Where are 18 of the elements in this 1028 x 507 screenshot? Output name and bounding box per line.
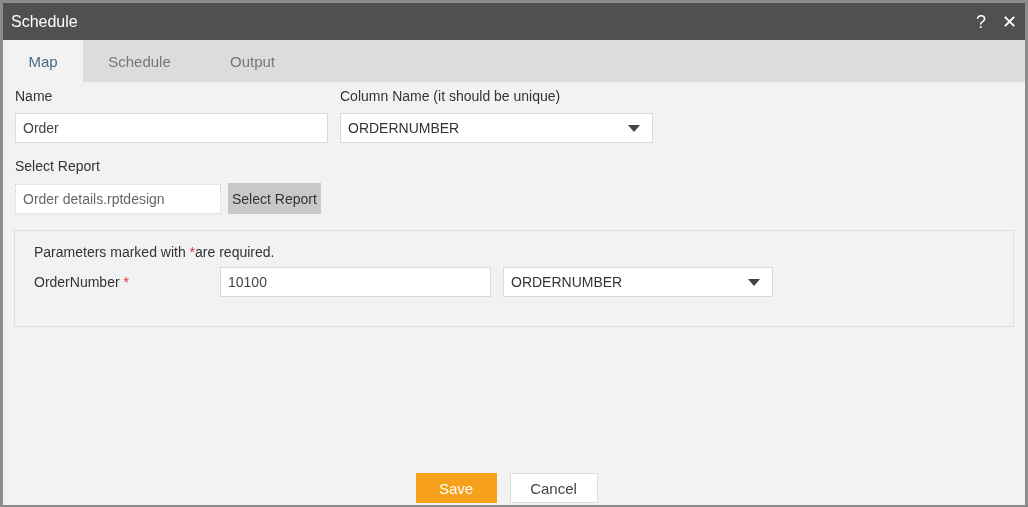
dropdown-caret-icon <box>628 124 640 132</box>
cancel-button[interactable]: Cancel <box>509 473 598 503</box>
name-field[interactable]: Order <box>15 113 328 143</box>
field-label: Name <box>15 88 54 106</box>
parameter-value-field[interactable]: 10100 <box>220 267 491 297</box>
required-note: Parameters marked with *are required. <box>34 244 276 260</box>
field-label: Select Report <box>15 158 101 176</box>
column-dropdown[interactable]: ORDERNUMBER <box>503 267 773 297</box>
field-label: Column Name (it should be unique) <box>340 88 562 106</box>
close-button[interactable]: ✕ <box>1002 12 1017 31</box>
dropdown-caret-icon <box>748 278 760 286</box>
tab[interactable]: Map <box>3 40 83 82</box>
parameter-label: OrderNumber * <box>34 274 130 290</box>
column-dropdown[interactable]: ORDERNUMBER <box>340 113 653 143</box>
window-title: Schedule <box>11 12 79 31</box>
help-button[interactable]: ? <box>976 12 986 31</box>
report-field[interactable]: Order details.rptdesign <box>15 183 221 214</box>
select-report-button[interactable]: Select Report <box>228 183 321 214</box>
